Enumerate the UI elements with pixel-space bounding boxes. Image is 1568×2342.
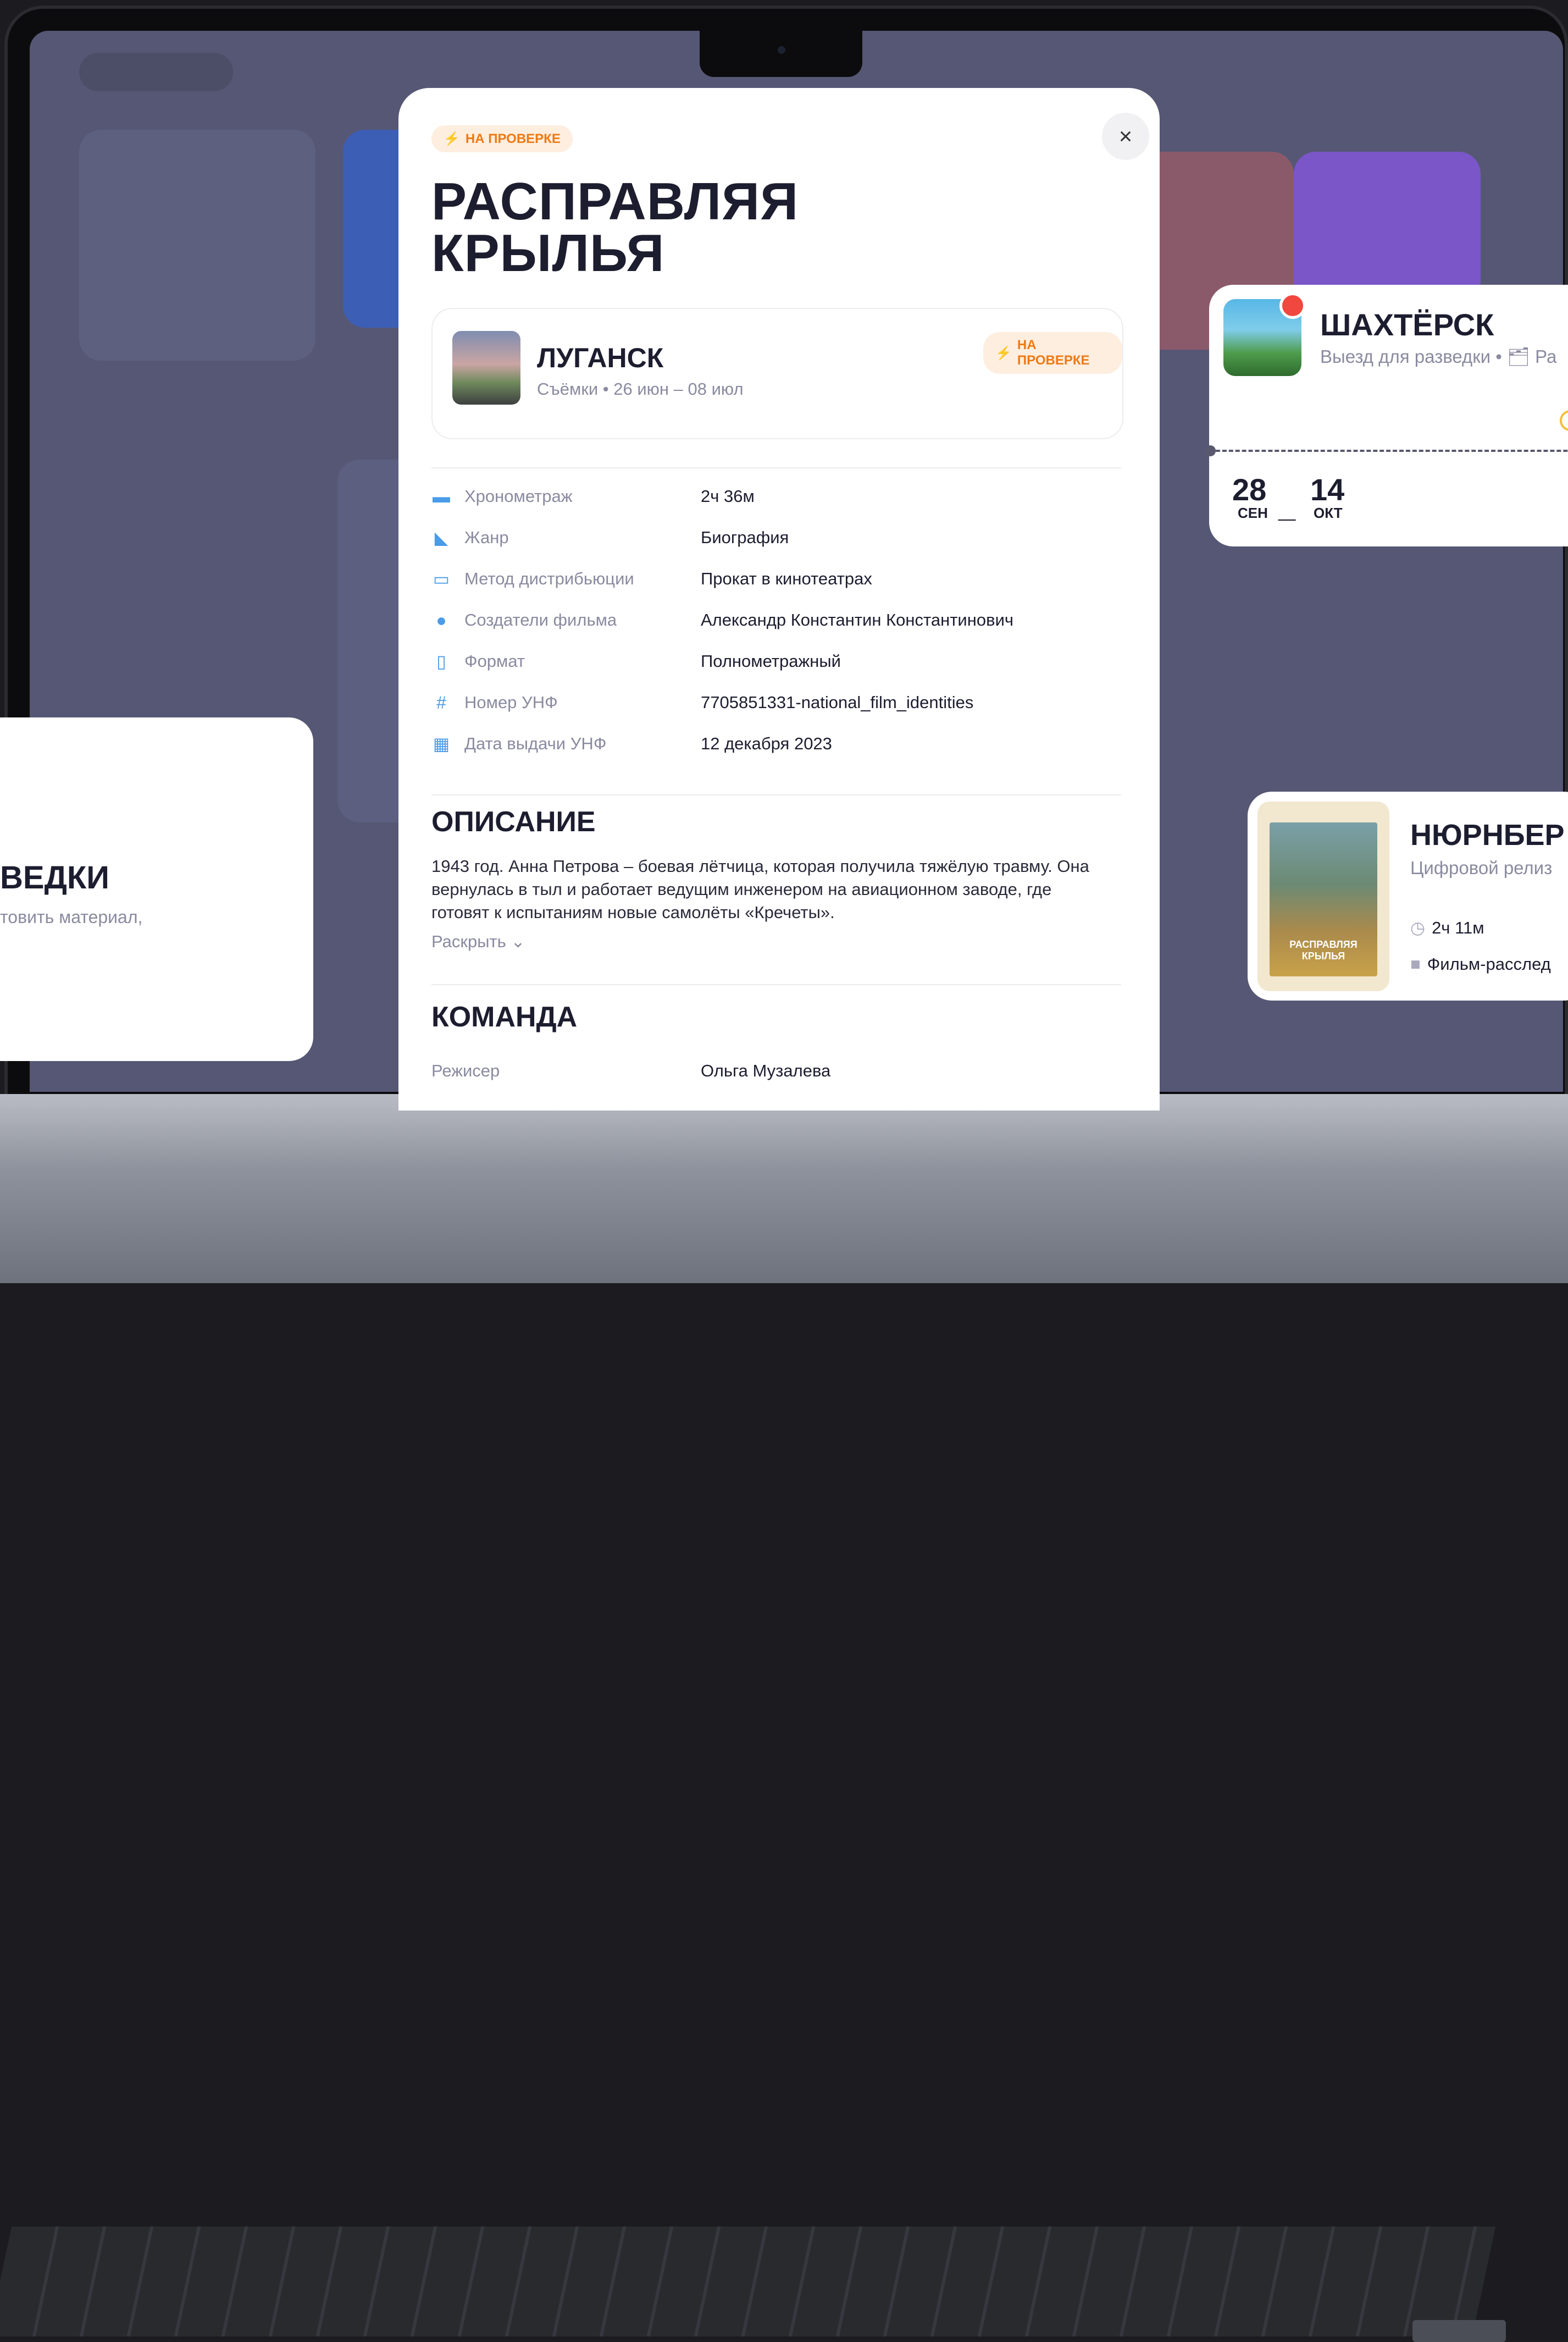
display-icon: ▭: [433, 569, 450, 589]
property-value: Биография: [701, 528, 789, 547]
team-row: Режисер Ольга Музалева: [431, 1056, 1121, 1089]
property-row-unf-number: # Номер УНФ 7705851331-national_film_ide…: [431, 687, 1121, 720]
property-label: Хронометраж: [464, 487, 573, 506]
date-range-separator: _: [1278, 489, 1296, 523]
project-card-title: НЮРНБЕР: [1410, 819, 1565, 852]
clock-icon: ◷: [1410, 918, 1426, 937]
team-heading: КОМАНДА: [431, 1001, 578, 1033]
property-row-duration: ▬ Хронометраж 2ч 36м: [431, 481, 1121, 514]
film-poster: РАСПРАВЛЯЯ КРЫЛЬЯ: [1257, 802, 1389, 991]
property-label: Жанр: [464, 528, 509, 547]
camera-notch: [700, 27, 862, 77]
property-row-format: ▯ Формат Полнометражный: [431, 646, 1121, 679]
location-subtitle: Съёмки • 26 июн – 08 июл: [537, 379, 744, 399]
blurred-app-background: [79, 53, 233, 91]
start-month: СЕН: [1238, 505, 1268, 521]
project-card-title: ВЕДКИ: [0, 860, 109, 896]
duration-value: 2ч 11м: [1432, 918, 1484, 937]
video-camera-icon: ■: [1410, 954, 1421, 974]
keyboard: [0, 2227, 1496, 2337]
location-status-badge: ⚡ НА ПРОВЕРКЕ: [983, 332, 1122, 374]
laptop-ports: [1412, 2320, 1506, 2342]
hash-icon: #: [436, 693, 446, 712]
property-row-creators: ● Создатели фильма Александр Константин …: [431, 605, 1121, 638]
property-value: Александр Константин Константинович: [701, 610, 1014, 629]
divider: [431, 467, 1121, 468]
property-label: Номер УНФ: [464, 693, 558, 712]
project-card-nuremberg[interactable]: РАСПРАВЛЯЯ КРЫЛЬЯ НЮРНБЕР Цифровой релиз…: [1248, 792, 1568, 1001]
description-heading: ОПИСАНИЕ: [431, 806, 596, 838]
type-value: Фильм-расслед: [1427, 954, 1551, 974]
divider: [431, 794, 1121, 796]
project-detail-modal: ⚡ НА ПРОВЕРКЕ × РАСПРАВЛЯЯ КРЫЛЬЯ ЛУГАНС…: [398, 88, 1160, 1111]
film-icon: ▬: [433, 487, 450, 506]
poster-title: РАСПРАВЛЯЯ КРЫЛЬЯ: [1289, 939, 1358, 962]
page-title-line2: КРЫЛЬЯ: [431, 224, 665, 283]
lightbulb-icon: ●: [436, 610, 447, 630]
project-duration: ◷ 2ч 11м: [1410, 918, 1484, 938]
lightning-icon: ⚡: [444, 131, 460, 146]
close-icon[interactable]: ×: [1119, 123, 1133, 149]
notification-dot: [1279, 292, 1306, 319]
project-type: ■ Фильм-расслед: [1410, 954, 1551, 974]
chevron-down-icon[interactable]: ⌄: [511, 932, 525, 951]
expand-button[interactable]: Раскрыть ⌄: [431, 932, 525, 952]
location-title: ЛУГАНСК: [537, 343, 664, 373]
document-icon: ▯: [436, 651, 446, 671]
status-ring-icon: [1560, 410, 1568, 431]
end-day: 14: [1310, 472, 1345, 507]
blurred-app-background: [79, 130, 315, 361]
divider: [431, 984, 1121, 985]
property-value: Прокат в кинотеатрах: [701, 569, 872, 588]
status-badge-label: НА ПРОВЕРКЕ: [465, 131, 561, 146]
dashed-timeline: [1209, 450, 1568, 452]
lightning-icon: ⚡: [995, 345, 1012, 361]
property-label: Дата выдачи УНФ: [464, 734, 607, 753]
description-text: 1943 год. Анна Петрова – боевая лётчица,…: [431, 857, 1089, 922]
property-label: Метод дистрибьюции: [464, 569, 634, 588]
page-title-line1: РАСПРАВЛЯЯ: [431, 172, 799, 231]
property-label: Формат: [464, 651, 525, 671]
property-value: 12 декабря 2023: [701, 734, 832, 753]
status-badge: ⚡ НА ПРОВЕРКЕ: [431, 125, 573, 152]
start-day: 28: [1232, 472, 1267, 507]
property-value: 2ч 36м: [701, 487, 755, 506]
property-row-genre: ◣ Жанр Биография: [431, 522, 1121, 555]
end-month: ОКТ: [1314, 505, 1343, 521]
location-badge-label: НА ПРОВЕРКЕ: [1017, 338, 1090, 368]
clapper-icon: ◣: [434, 528, 448, 548]
calendar-icon: ▦: [433, 734, 450, 754]
close-button[interactable]: ×: [1102, 113, 1149, 160]
project-card-shakhtersk[interactable]: ШАХТЁРСК Выезд для разведки • 🗂 Ра 28 СЕ…: [1205, 285, 1568, 546]
property-label: Создатели фильма: [464, 610, 617, 629]
expand-label[interactable]: Раскрыть: [431, 932, 506, 951]
property-row-unf-date: ▦ Дата выдачи УНФ 12 декабря 2023: [431, 728, 1121, 761]
team-role: Режисер: [431, 1061, 500, 1080]
page-title: РАСПРАВЛЯЯ КРЫЛЬЯ: [431, 175, 799, 280]
project-card-subtitle: Цифровой релиз: [1410, 858, 1553, 878]
property-value: Полнометражный: [701, 651, 841, 671]
timeline-dot: [1205, 445, 1216, 456]
property-value: 7705851331-national_film_identities: [701, 693, 974, 712]
team-member-name: Ольга Музалева: [701, 1061, 831, 1080]
location-thumbnail: [452, 331, 520, 405]
project-card-subtitle: Выезд для разведки • 🗂 Ра: [1320, 346, 1557, 367]
project-card-subtitle: товить материал,: [0, 907, 143, 927]
camera-icon: [778, 46, 785, 54]
location-card[interactable]: ЛУГАНСК Съёмки • 26 июн – 08 июл ⚡ НА ПР…: [431, 308, 1123, 439]
property-row-distribution: ▭ Метод дистрибьюции Прокат в кинотеатра…: [431, 564, 1121, 596]
laptop-base: [0, 1094, 1568, 2342]
project-card-title: ШАХТЁРСК: [1320, 307, 1494, 342]
project-card-scouting[interactable]: ВЕДКИ товить материал,: [0, 717, 313, 1061]
